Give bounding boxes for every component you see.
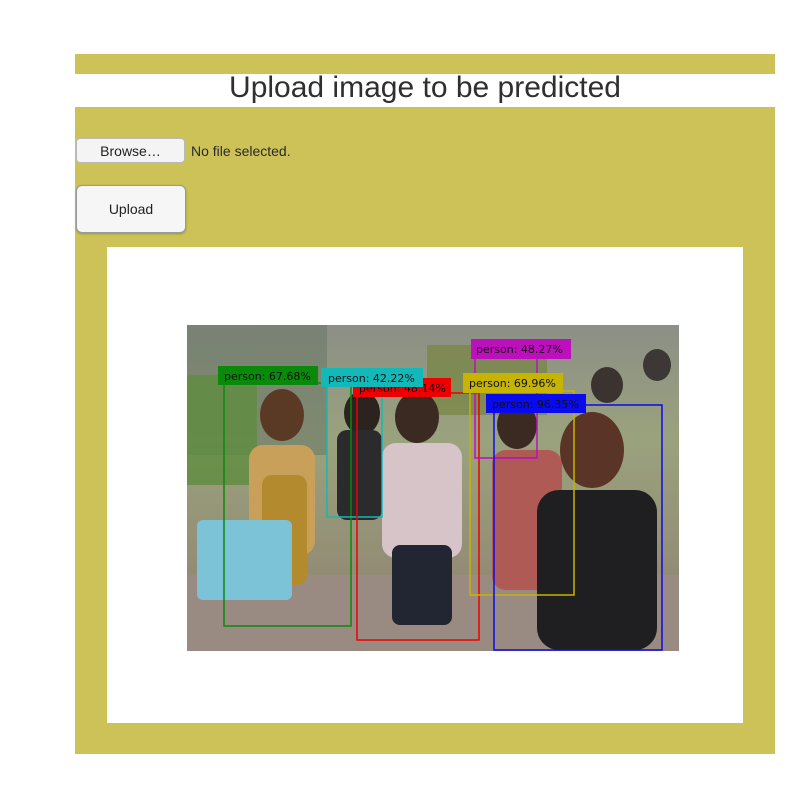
file-status-text: No file selected. <box>191 142 291 159</box>
file-input[interactable]: Browse… No file selected. <box>76 138 291 163</box>
prediction-image-canvas: person: 67.68% person: 48.14% person: 42… <box>187 325 679 651</box>
prediction-image: person: 67.68% person: 48.14% person: 42… <box>187 325 679 651</box>
detection-label: person: 42.22% <box>328 372 415 385</box>
detection-label: person: 69.96% <box>469 377 556 390</box>
upload-button[interactable]: Upload <box>76 185 186 233</box>
browse-button[interactable]: Browse… <box>76 138 185 163</box>
page: Upload image to be predicted Browse… No … <box>0 0 807 791</box>
detection-label: person: 96.35% <box>492 398 579 411</box>
upload-panel: Upload image to be predicted Browse… No … <box>75 54 775 754</box>
page-title: Upload image to be predicted <box>229 71 621 104</box>
detection-label: person: 48.27% <box>476 343 563 356</box>
prediction-result-frame: person: 67.68% person: 48.14% person: 42… <box>107 247 743 723</box>
photo-foliage <box>187 375 257 485</box>
detection-label: person: 67.68% <box>224 370 311 383</box>
